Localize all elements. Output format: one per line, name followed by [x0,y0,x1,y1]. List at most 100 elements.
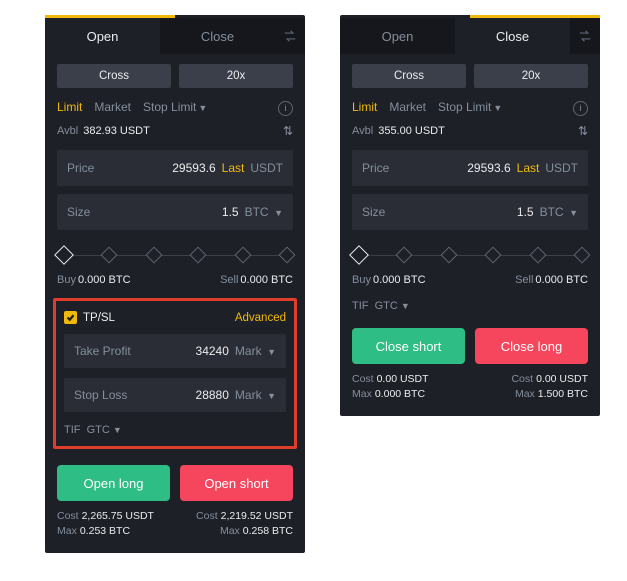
take-profit-input[interactable]: Take Profit 34240 Mark ▼ [64,334,286,368]
margin-leverage-bar: Cross 20x [340,54,600,94]
price-input[interactable]: Price 29593.6 Last USDT [352,150,588,186]
size-slider[interactable] [45,230,305,268]
tif-label: TIF [64,424,81,436]
tp-basis-select[interactable]: Mark ▼ [235,344,276,358]
size-unit-select[interactable]: BTC ▼ [245,205,283,219]
slider-tick[interactable] [190,247,207,264]
max-short-label: Max [352,388,372,400]
max-long-value: 0.253 BTC [80,525,130,537]
close-long-button[interactable]: Close long [475,328,588,364]
size-unit: BTC [540,205,564,219]
tpsl-checkbox[interactable] [64,311,77,324]
settings-icon[interactable] [275,18,305,54]
buy-value: 0.000 BTC [373,274,426,286]
order-type-stoplimit-label: Stop Limit [438,100,491,114]
cost-long-label: Cost [57,510,79,522]
info-icon[interactable]: i [278,100,293,116]
size-unit: BTC [245,205,269,219]
size-value: 1.5 [517,205,534,219]
order-type-limit[interactable]: Limit [352,100,377,114]
slider-tick[interactable] [234,247,251,264]
sl-basis-select[interactable]: Mark ▼ [235,388,276,402]
tab-close[interactable]: Close [455,18,570,54]
info-icon[interactable]: i [573,100,588,116]
order-type-tabs: Limit Market Stop Limit▼ i [340,94,600,116]
price-last-button[interactable]: Last [222,161,245,175]
price-value: 29593.6 [172,161,215,175]
margin-mode-button[interactable]: Cross [57,64,171,88]
tab-open[interactable]: Open [45,18,160,54]
tpsl-advanced-link[interactable]: Advanced [235,312,286,324]
tif-select[interactable]: GTC▼ [87,424,122,436]
slider-tick[interactable] [574,247,591,264]
slider-tick[interactable] [101,247,118,264]
stop-loss-input[interactable]: Stop Loss 28880 Mark ▼ [64,378,286,412]
slider-tick[interactable] [440,247,457,264]
order-type-limit[interactable]: Limit [57,100,82,114]
price-last-button[interactable]: Last [517,161,540,175]
sell-label: Sell [220,274,238,286]
avbl-label: Avbl [57,125,78,137]
size-label: Size [362,205,385,219]
price-value: 29593.6 [467,161,510,175]
cost-max-footer: Cost0.00 USDT Max0.000 BTC Cost0.00 USDT… [352,372,588,402]
order-type-tabs: Limit Market Stop Limit▼ i [45,94,305,116]
max-long-value: 1.500 BTC [538,388,588,400]
close-short-button[interactable]: Close short [352,328,465,364]
slider-handle[interactable] [349,245,369,265]
margin-mode-button[interactable]: Cross [352,64,466,88]
open-short-button[interactable]: Open short [180,465,293,501]
order-type-stoplimit[interactable]: Stop Limit▼ [143,100,207,114]
size-input[interactable]: Size 1.5 BTC ▼ [57,194,293,230]
tab-open[interactable]: Open [340,18,455,54]
sl-value: 28880 [196,388,229,402]
order-panel-open: Open Close Cross 20x Limit Market Stop L… [45,15,305,553]
leverage-button[interactable]: 20x [474,64,588,88]
price-unit: USDT [250,161,283,175]
cost-short-label: Cost [196,510,218,522]
slider-tick[interactable] [485,247,502,264]
max-short-value: 0.258 BTC [243,525,293,537]
open-long-button[interactable]: Open long [57,465,170,501]
max-long-label: Max [515,388,535,400]
tpsl-highlight-box: TP/SL Advanced Take Profit 34240 Mark ▼ … [53,298,297,449]
cost-short-value: 2,219.52 USDT [221,510,293,522]
open-close-tabs: Open Close [45,18,305,54]
slider-tick[interactable] [145,247,162,264]
slider-tick[interactable] [529,247,546,264]
avbl-value: 382.93 USDT [83,125,150,137]
cost-long-value: 2,265.75 USDT [82,510,154,522]
cost-short-value: 0.00 USDT [377,373,429,385]
max-long-label: Max [57,525,77,537]
tab-close[interactable]: Close [160,18,275,54]
size-value: 1.5 [222,205,239,219]
slider-handle[interactable] [54,245,74,265]
open-close-tabs: Open Close [340,18,600,54]
size-unit-select[interactable]: BTC ▼ [540,205,578,219]
order-type-market[interactable]: Market [389,100,426,114]
swap-icon[interactable]: ⇅ [283,124,293,138]
slider-tick[interactable] [279,247,296,264]
order-type-market[interactable]: Market [94,100,131,114]
size-slider[interactable] [340,230,600,268]
slider-tick[interactable] [396,247,413,264]
chevron-down-icon: ▼ [198,103,207,113]
buy-label: Buy [352,274,371,286]
tif-select[interactable]: GTC▼ [375,300,410,312]
tp-value: 34240 [196,344,229,358]
max-short-value: 0.000 BTC [375,388,425,400]
chevron-down-icon: ▼ [272,208,283,218]
max-short-label: Max [220,525,240,537]
price-input[interactable]: Price 29593.6 Last USDT [57,150,293,186]
tpsl-header: TP/SL Advanced [64,311,286,324]
leverage-button[interactable]: 20x [179,64,293,88]
size-label: Size [67,205,90,219]
tif-value: GTC [375,300,398,312]
chevron-down-icon: ▼ [265,391,276,401]
swap-icon[interactable]: ⇅ [578,124,588,138]
size-input[interactable]: Size 1.5 BTC ▼ [352,194,588,230]
cost-long-label: Cost [511,373,533,385]
buy-label: Buy [57,274,76,286]
settings-icon[interactable] [570,18,600,54]
order-type-stoplimit[interactable]: Stop Limit▼ [438,100,502,114]
